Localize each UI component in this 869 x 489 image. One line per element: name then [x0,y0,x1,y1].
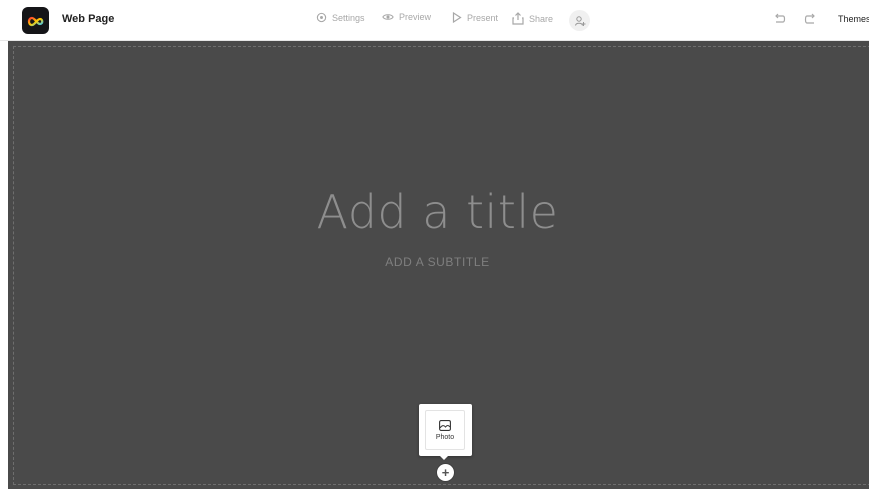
undo-button[interactable] [772,12,786,31]
subtitle-placeholder[interactable]: ADD A SUBTITLE [0,255,869,269]
eye-icon [382,14,394,20]
share-icon [512,12,524,25]
image-icon [439,419,451,431]
share-label: Share [529,13,554,24]
creative-cloud-icon [27,16,43,26]
title-placeholder[interactable]: Add a title [0,185,869,239]
preview-button[interactable]: Preview [382,12,431,22]
photo-option[interactable]: Photo [425,410,465,450]
photo-label: Photo [435,433,455,441]
themes-button[interactable]: Themes [838,14,869,24]
insert-popover: Photo [419,404,472,456]
document-title[interactable]: Web Page [62,13,114,25]
settings-button[interactable]: Settings [316,12,365,23]
app-logo[interactable] [22,7,49,34]
present-label: Present [467,12,499,23]
gear-icon [316,12,327,23]
add-collaborator-button[interactable] [569,10,590,31]
redo-button[interactable] [804,12,818,31]
add-person-icon [574,15,585,26]
play-icon [452,12,462,23]
top-bar: Web Page Settings Preview Present Share [0,0,869,41]
present-button[interactable]: Present [452,12,498,23]
share-button[interactable]: Share [512,12,553,25]
undo-icon [775,13,786,23]
settings-label: Settings [332,12,365,23]
plus-icon: + [441,465,450,480]
add-block-button[interactable]: + [437,464,454,481]
popover-arrow [439,455,449,460]
redo-icon [804,13,815,24]
preview-label: Preview [399,12,432,22]
